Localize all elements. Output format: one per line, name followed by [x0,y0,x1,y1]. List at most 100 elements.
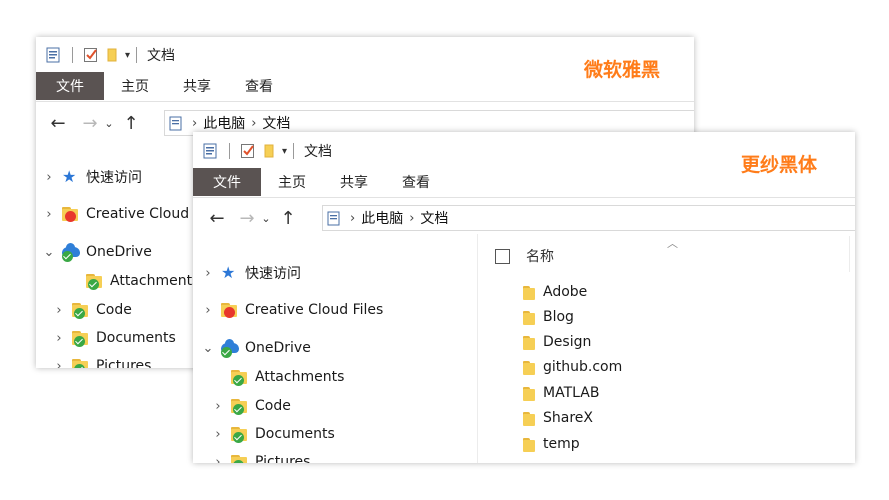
collapse-chevron-icon[interactable]: ⌄ [201,341,215,356]
synced-folder-icon [72,357,90,368]
expand-chevron-icon[interactable]: › [211,455,225,464]
address-location-icon [169,116,182,131]
new-folder-icon[interactable] [107,47,117,63]
up-arrow-icon[interactable]: ↑ [277,208,299,229]
expand-chevron-icon[interactable]: › [211,399,225,414]
file-name: ShareX [543,410,593,426]
nav-item-code[interactable]: › Code [211,397,291,415]
nav-item-onedrive[interactable]: ⌄ OneDrive [201,339,311,358]
tab-share[interactable]: 共享 [166,72,228,100]
up-arrow-icon[interactable]: ↑ [120,113,142,134]
customize-toolbar-icon[interactable]: ▾ [282,146,287,157]
forward-arrow-icon[interactable]: → [235,208,259,229]
nav-item-quick-access[interactable]: › ★ 快速访问 [42,167,142,187]
column-divider[interactable] [849,236,850,272]
nav-item-documents[interactable]: › Documents [52,329,176,347]
tab-view[interactable]: 查看 [228,72,290,100]
breadcrumb-chevron-icon: › [350,210,356,226]
sort-ascending-icon[interactable]: ︿ [667,235,678,251]
tab-home[interactable]: 主页 [104,72,166,100]
column-header-label: 名称 [526,249,554,265]
file-name: github.com [543,359,623,375]
nav-item-onedrive[interactable]: ⌄ OneDrive [42,243,152,262]
quick-access-toolbar: ▾ 文档 [193,134,332,168]
address-bar[interactable]: › 此电脑 › 文档 [322,205,855,231]
nav-item-documents[interactable]: › Documents [211,425,335,443]
file-name: temp [543,436,580,452]
tab-share[interactable]: 共享 [323,168,385,196]
nav-item-label: Attachments [255,369,345,385]
expand-chevron-icon[interactable]: › [52,303,66,318]
synced-folder-icon [72,329,90,347]
select-all-checkbox[interactable] [495,248,510,264]
explorer-window-front: ▾ 文档 更纱黑体 文件 主页 共享 查看 ← → ⌄ ↑ › 此电脑 › 文档… [193,132,855,463]
properties-icon[interactable] [46,47,60,63]
tab-home[interactable]: 主页 [261,168,323,196]
window-title: 文档 [304,144,333,160]
nav-item-pictures[interactable]: › Pictures [211,453,310,463]
recent-locations-icon[interactable]: ⌄ [102,117,116,130]
list-item[interactable]: ShareX [523,410,593,426]
folder-icon [523,311,535,325]
nav-item-label: OneDrive [245,340,311,356]
tab-view[interactable]: 查看 [385,168,447,196]
nav-item-quick-access[interactable]: › ★ 快速访问 [201,263,301,283]
breadcrumb-documents[interactable]: 文档 [262,113,290,133]
nav-item-code[interactable]: › Code [52,301,132,319]
star-icon: ★ [62,167,77,186]
onedrive-icon [221,339,239,358]
folder-icon [523,361,535,375]
breadcrumb-this-pc[interactable]: 此电脑 [203,113,245,133]
toolbar-separator [72,47,73,63]
collapse-chevron-icon[interactable]: ⌄ [42,245,56,260]
list-item[interactable]: Adobe [523,284,587,300]
synced-folder-icon [86,272,104,290]
name-column-header[interactable]: 名称 [495,246,554,266]
nav-item-label: Code [255,398,291,414]
ribbon-tabs: 文件 主页 共享 查看 [193,168,855,196]
expand-chevron-icon[interactable]: › [42,170,56,185]
expand-chevron-icon[interactable]: › [201,303,215,318]
nav-item-pictures[interactable]: › Pictures [52,357,151,368]
nav-item-creative-cloud[interactable]: › Creative Cloud [42,205,189,223]
list-item[interactable]: github.com [523,359,622,375]
address-location-icon [327,211,340,226]
nav-item-creative-cloud-files[interactable]: › Creative Cloud Files [201,301,383,319]
breadcrumb-this-pc[interactable]: 此电脑 [361,208,403,228]
customize-toolbar-icon[interactable]: ▾ [125,50,130,61]
ribbon-tabs: 文件 主页 共享 查看 [36,72,694,100]
breadcrumb-chevron-icon: › [192,115,198,131]
star-icon: ★ [221,263,236,282]
checklist-icon[interactable] [83,47,99,63]
checklist-icon[interactable] [240,143,256,159]
nav-item-label: 快速访问 [86,170,142,186]
expand-chevron-icon[interactable]: › [52,331,66,346]
expand-chevron-icon[interactable]: › [52,359,66,369]
tab-file[interactable]: 文件 [193,168,261,196]
recent-locations-icon[interactable]: ⌄ [259,212,273,225]
file-name: Adobe [543,284,588,300]
nav-item-label: OneDrive [86,244,152,260]
breadcrumb-documents[interactable]: 文档 [420,208,448,228]
synced-folder-icon [231,368,249,386]
breadcrumb-chevron-icon: › [409,210,415,226]
pane-divider[interactable] [477,234,478,463]
back-arrow-icon[interactable]: ← [205,208,229,229]
properties-icon[interactable] [203,143,217,159]
list-item[interactable]: Blog [523,309,574,325]
list-item[interactable]: temp [523,436,580,452]
back-arrow-icon[interactable]: ← [46,113,70,134]
folder-icon [523,286,535,300]
list-item[interactable]: Design [523,334,591,350]
expand-chevron-icon[interactable]: › [211,427,225,442]
synced-folder-icon [231,397,249,415]
tab-file[interactable]: 文件 [36,72,104,100]
nav-item-attachments[interactable]: Attachments [66,272,199,290]
expand-chevron-icon[interactable]: › [42,207,56,222]
forward-arrow-icon[interactable]: → [78,113,102,134]
expand-chevron-icon[interactable]: › [201,266,215,281]
nav-item-attachments[interactable]: Attachments [211,368,344,386]
synced-folder-icon [231,425,249,443]
new-folder-icon[interactable] [264,143,274,159]
list-item[interactable]: MATLAB [523,385,599,401]
